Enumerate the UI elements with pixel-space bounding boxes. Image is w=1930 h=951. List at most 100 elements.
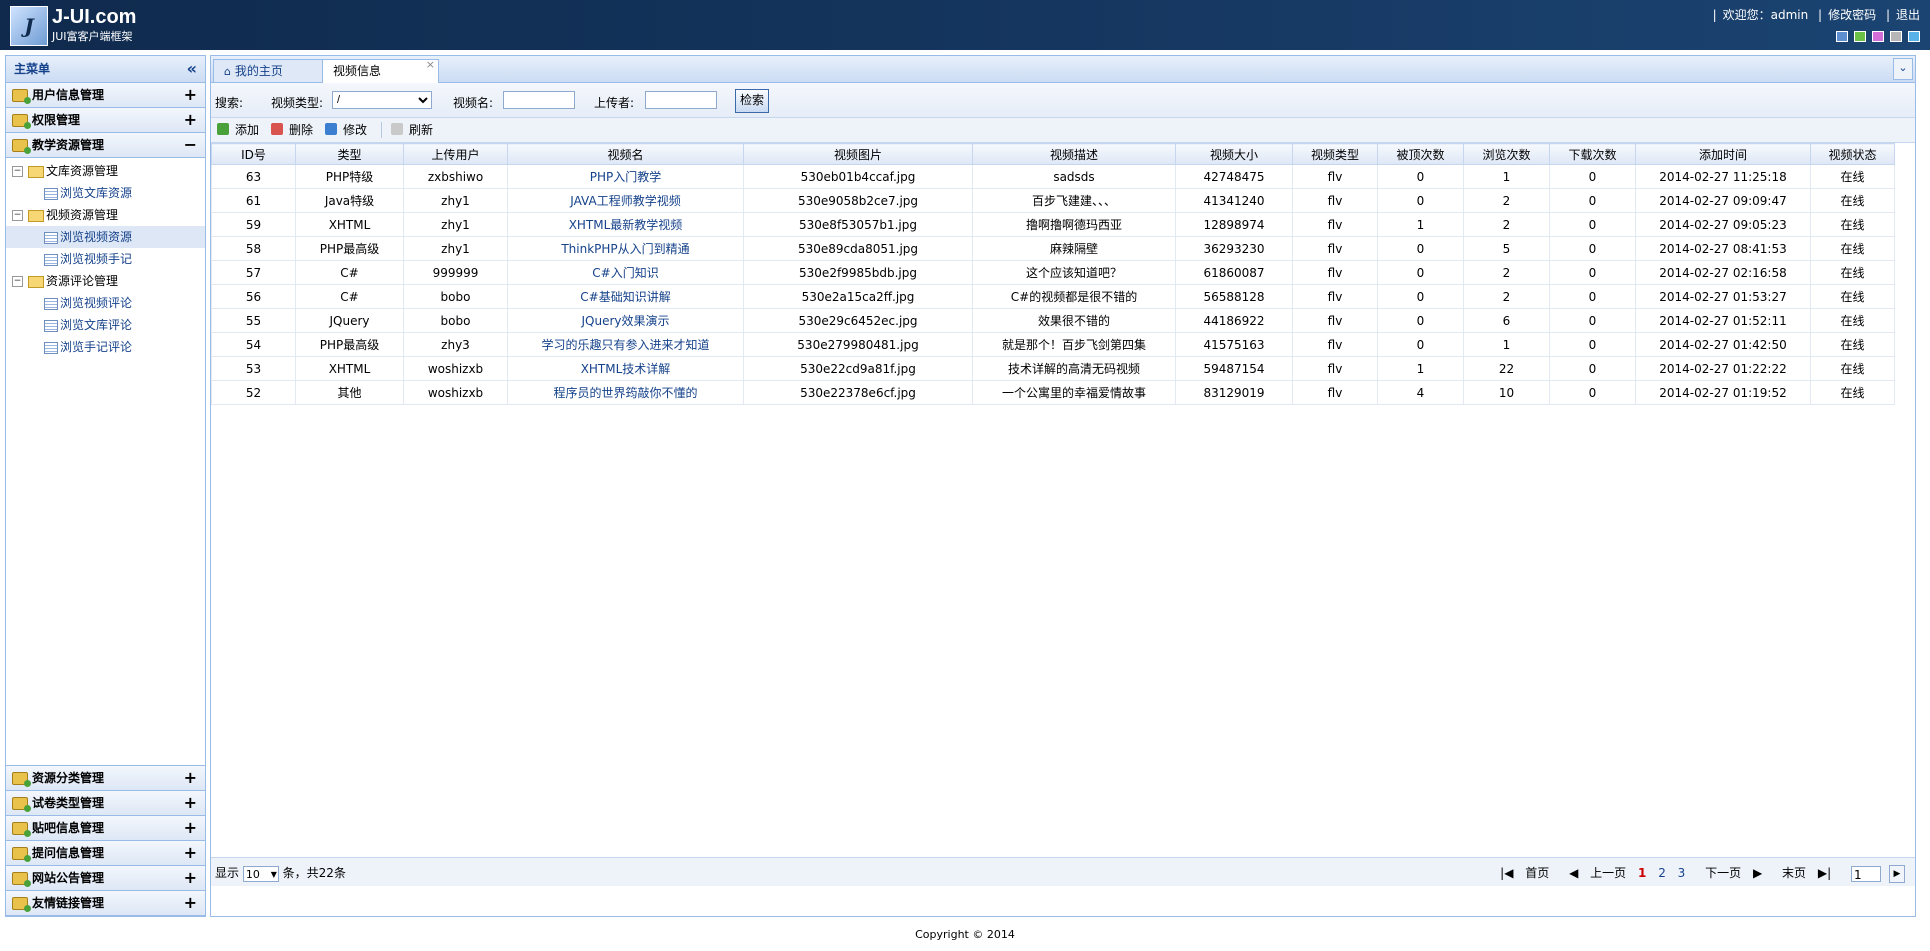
theme-swatch[interactable] [1890,31,1902,42]
logo-mark: J [10,6,48,46]
column-header[interactable]: 添加时间 [1635,143,1811,165]
collapse-sidebar-icon[interactable]: « [187,56,197,82]
table-cell: 2 [1463,212,1550,237]
theme-swatch[interactable] [1854,31,1866,42]
video-name-link[interactable]: XHTML最新教学视频 [507,212,744,237]
column-header[interactable]: 视频图片 [743,143,973,165]
collapse-node-icon[interactable]: − [12,276,23,287]
theme-swatch[interactable] [1908,31,1920,42]
table-row[interactable]: 53 XHTML woshizxb XHTML技术详解 530e22cd9a81f.jp… [211,356,1895,381]
collapse-node-icon[interactable]: − [12,210,23,221]
video-name-link[interactable]: 程序员的世界筠敲你不懂的 [507,380,744,405]
table-row[interactable]: 55 JQuery bobo JQuery效果演示 530e29c6452ec.jpg 效… [211,308,1895,333]
table-cell: 0 [1549,380,1636,405]
delete-button[interactable]: 删除 [271,122,313,138]
column-header[interactable]: 类型 [295,143,404,165]
sidebar-group[interactable]: 提问信息管理 + [6,841,205,866]
table-cell: 0 [1377,188,1464,213]
video-name-link[interactable]: 学习的乐趣只有参入进来才知道 [507,332,744,357]
change-password-link[interactable]: 修改密码 [1828,8,1876,22]
column-header[interactable]: 浏览次数 [1463,143,1550,165]
page-number[interactable]: 1 [1638,866,1646,880]
tab-home[interactable]: ⌂ 我的主页 [213,59,325,82]
table-cell: 83129019 [1175,380,1293,405]
logout-link[interactable]: 退出 [1896,8,1920,22]
table-row[interactable]: 56 C# bobo C#基础知识讲解 530e2a15ca2ff.jpg C#的视频都是… [211,284,1895,309]
video-name-input[interactable] [503,91,575,109]
goto-page-input[interactable]: 1 [1851,865,1881,882]
first-page-button[interactable]: |◀ 首页 [1492,866,1549,880]
column-header[interactable]: 视频状态 [1810,143,1895,165]
sidebar-group[interactable]: 贴吧信息管理 + [6,816,205,841]
table-row[interactable]: 54 PHP最高级 zhy3 学习的乐趣只有参入进来才知道 530e279980481.… [211,332,1895,357]
video-name-link[interactable]: C#基础知识讲解 [507,284,744,309]
page-icon [44,320,58,332]
refresh-icon [391,123,403,135]
prev-page-button[interactable]: ◀ 上一页 [1561,866,1626,880]
video-name-link[interactable]: C#入门知识 [507,260,744,285]
theme-swatch[interactable] [1872,31,1884,42]
table-row[interactable]: 58 PHP最高级 zhy1 ThinkPHP从入门到精通 530e89cda8051.… [211,236,1895,261]
column-header[interactable]: 下载次数 [1549,143,1636,165]
tree-leaf[interactable]: 浏览视频资源 [6,226,205,248]
table-cell: 一个公寓里的幸福爱情故事 [972,380,1176,405]
table-cell: 530e2a15ca2ff.jpg [743,284,973,309]
theme-swatch[interactable] [1836,31,1848,42]
tree-folder[interactable]: − 文库资源管理 [6,160,205,182]
tree-leaf[interactable]: 浏览手记评论 [6,336,205,358]
video-type-select[interactable]: / [332,91,432,109]
sidebar-group[interactable]: 教学资源管理 − [6,133,205,158]
column-header[interactable]: 上传用户 [403,143,508,165]
video-name-link[interactable]: JQuery效果演示 [507,308,744,333]
video-name-link[interactable]: ThinkPHP从入门到精通 [507,236,744,261]
table-row[interactable]: 61 Java特级 zhy1 JAVA工程师教学视频 530e9058b2ce7.jpg… [211,188,1895,213]
column-header[interactable]: 视频类型 [1292,143,1378,165]
sidebar-group[interactable]: 试卷类型管理 + [6,791,205,816]
column-header[interactable]: ID号 [211,143,296,165]
tab-video-info[interactable]: 视频信息 × [322,58,439,83]
tree-folder[interactable]: − 资源评论管理 [6,270,205,292]
table-row[interactable]: 63 PHP特级 zxbshiwo PHP入门教学 530eb01b4ccaf.jpg s… [211,164,1895,189]
page-size-select[interactable]: 10 [242,865,279,883]
search-button[interactable]: 检索 [735,89,770,113]
uploader-input[interactable] [645,91,717,109]
sidebar-group[interactable]: 用户信息管理 + [6,83,205,108]
table-row[interactable]: 52 其他 woshizxb 程序员的世界筠敲你不懂的 530e22378e6cf.jp… [211,380,1895,405]
last-page-button[interactable]: 末页 ▶| [1774,866,1831,880]
video-name-link[interactable]: XHTML技术详解 [507,356,744,381]
page-number[interactable]: 2 [1658,866,1666,880]
tree-leaf[interactable]: 浏览视频手记 [6,248,205,270]
tree-label: 浏览视频手记 [60,252,133,266]
next-page-button[interactable]: 下一页 ▶ [1697,866,1762,880]
table-cell: 2014-02-27 01:53:27 [1635,284,1811,309]
close-tab-icon[interactable]: × [426,54,435,76]
delete-label: 删除 [289,123,314,137]
add-label: 添加 [235,123,260,137]
tree-leaf[interactable]: 浏览文库资源 [6,182,205,204]
last-page-label: 末页 [1782,866,1807,880]
video-name-link[interactable]: PHP入门教学 [507,164,744,189]
tab-list-icon[interactable]: ⌄ [1893,58,1913,80]
goto-page-button[interactable]: ▶ [1889,864,1905,883]
page-number[interactable]: 3 [1678,866,1686,880]
table-cell: 2014-02-27 09:05:23 [1635,212,1811,237]
sidebar-group[interactable]: 友情链接管理 + [6,891,205,916]
column-header[interactable]: 视频大小 [1175,143,1293,165]
table-row[interactable]: 59 XHTML zhy1 XHTML最新教学视频 530e8f53057b1.jpg 撸… [211,212,1895,237]
tree-folder[interactable]: − 视频资源管理 [6,204,205,226]
column-header[interactable]: 视频名 [507,143,744,165]
sidebar-group[interactable]: 权限管理 + [6,108,205,133]
tree-leaf[interactable]: 浏览文库评论 [6,314,205,336]
theme-switcher [1836,31,1920,42]
add-button[interactable]: 添加 [217,122,259,138]
sidebar-group[interactable]: 网站公告管理 + [6,866,205,891]
collapse-node-icon[interactable]: − [12,166,23,177]
video-name-link[interactable]: JAVA工程师教学视频 [507,188,744,213]
tree-leaf[interactable]: 浏览视频评论 [6,292,205,314]
table-row[interactable]: 57 C# 999999 C#入门知识 530e2f9985bdb.jpg 这个应该知道吧… [211,260,1895,285]
sidebar-group[interactable]: 资源分类管理 + [6,766,205,791]
column-header[interactable]: 视频描述 [972,143,1176,165]
column-header[interactable]: 被顶次数 [1377,143,1464,165]
refresh-button[interactable]: 刷新 [391,122,433,138]
edit-button[interactable]: 修改 [325,122,367,138]
